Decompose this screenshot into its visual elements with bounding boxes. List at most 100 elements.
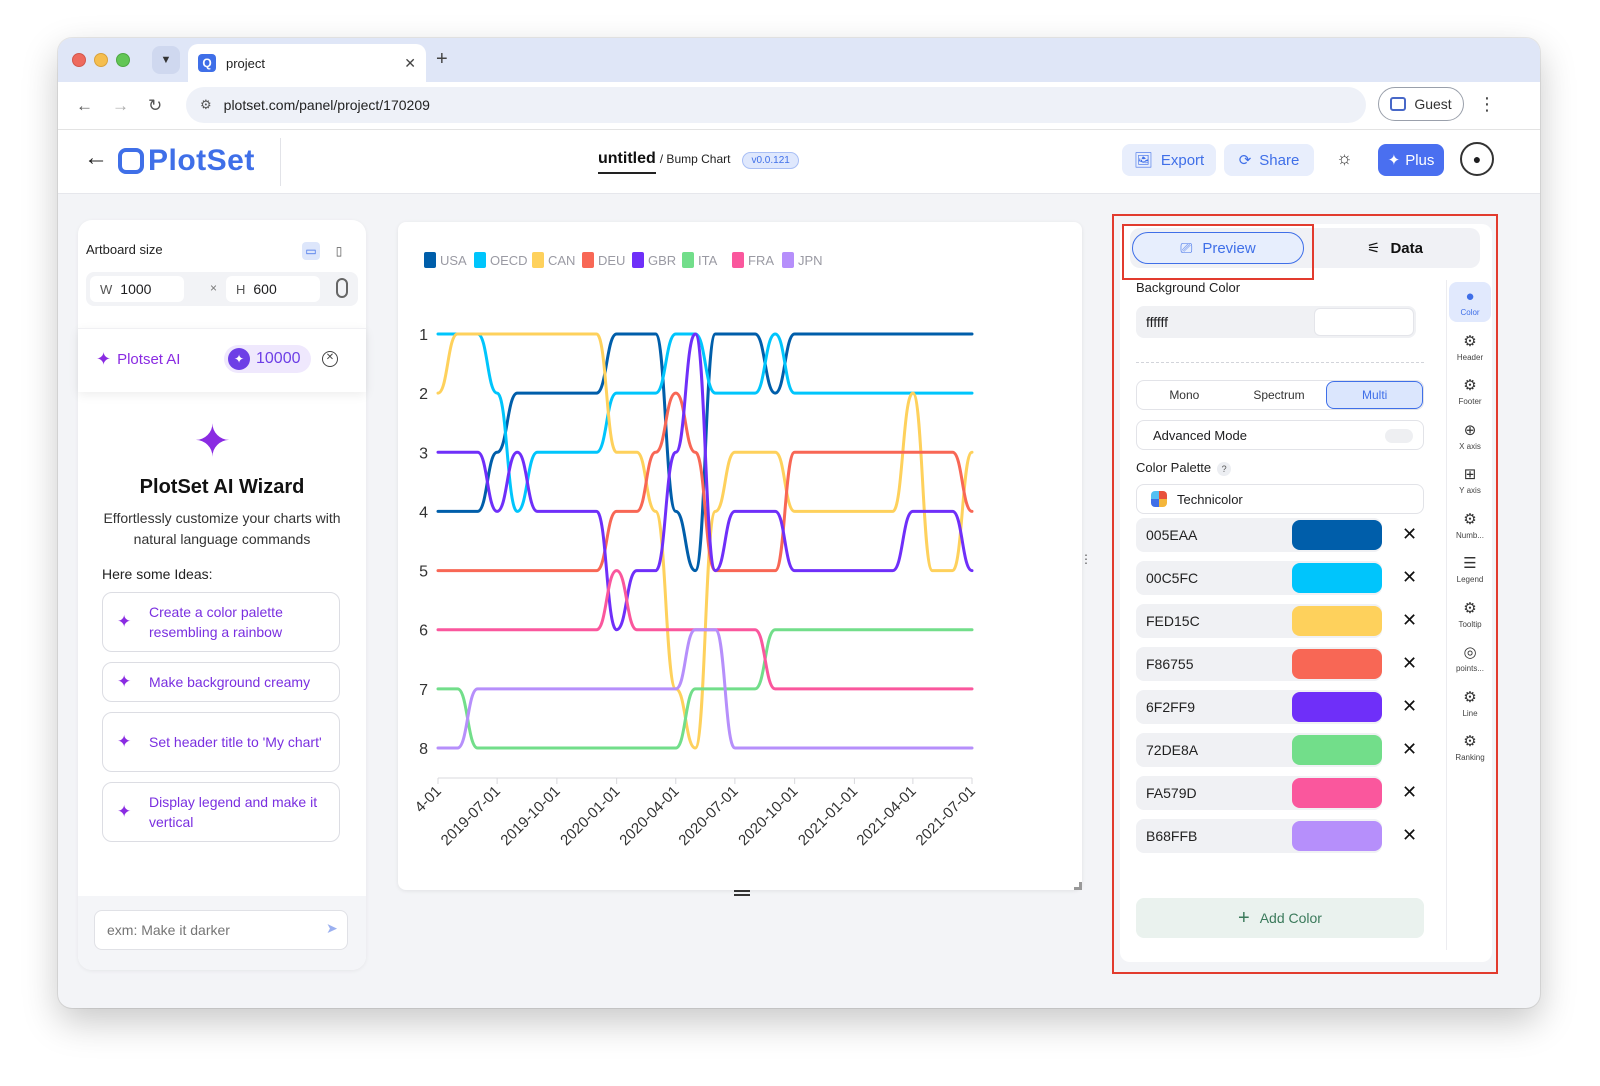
rail-item-line[interactable]: ⚙ Line: [1449, 683, 1491, 723]
desktop-icon[interactable]: ▭: [302, 242, 320, 260]
back-icon[interactable]: ←: [76, 96, 93, 116]
background-color-field[interactable]: ffffff: [1136, 306, 1416, 338]
color-swatch[interactable]: [1292, 735, 1382, 765]
browser-menu-icon[interactable]: ⋮: [1478, 94, 1496, 115]
color-swatch[interactable]: [1292, 778, 1382, 808]
idea-button[interactable]: ✦ Display legend and make it vertical: [102, 782, 340, 842]
delete-color-icon[interactable]: ✕: [1402, 782, 1417, 803]
rail-item-color[interactable]: ● Color: [1449, 282, 1491, 322]
mode-mono[interactable]: Mono: [1137, 381, 1232, 409]
color-swatch[interactable]: [1292, 821, 1382, 851]
browser-tab[interactable]: Q project ✕: [188, 44, 426, 82]
legend-label: USA: [440, 253, 467, 268]
minimize-window-button[interactable]: [94, 53, 108, 67]
rail-item-tooltip[interactable]: ⚙ Tooltip: [1449, 594, 1491, 634]
url-field[interactable]: ⚙ plotset.com/panel/project/170209: [186, 87, 1366, 123]
sparkle-icon: ✦: [1387, 152, 1401, 169]
delete-color-icon[interactable]: ✕: [1402, 524, 1417, 545]
color-swatch[interactable]: [1292, 520, 1382, 550]
rail-item-ranking[interactable]: ⚙ Ranking: [1449, 727, 1491, 767]
tab-data[interactable]: ⚟ Data: [1320, 232, 1470, 264]
user-avatar[interactable]: ●: [1460, 142, 1494, 176]
width-field[interactable]: W 1000: [90, 276, 184, 302]
delete-color-icon[interactable]: ✕: [1402, 610, 1417, 631]
delete-color-icon[interactable]: ✕: [1402, 653, 1417, 674]
height-label: H: [236, 281, 246, 297]
advanced-mode-toggle[interactable]: [1385, 429, 1413, 443]
new-tab-icon[interactable]: +: [436, 48, 448, 71]
color-swatch[interactable]: [1292, 563, 1382, 593]
height-field[interactable]: H 600: [226, 276, 320, 302]
rail-label: Y axis: [1459, 486, 1481, 495]
drag-grip-icon[interactable]: [734, 890, 750, 896]
color-swatch[interactable]: [1292, 692, 1382, 722]
delete-color-icon[interactable]: ✕: [1402, 567, 1417, 588]
rail-item-numb[interactable]: ⚙ Numb...: [1449, 505, 1491, 545]
hierarchy-icon: ⚟: [1367, 240, 1381, 257]
credits-value: 10000: [256, 350, 301, 367]
color-hex-value: FA579D: [1146, 785, 1197, 801]
resize-handle-icon[interactable]: [1074, 882, 1082, 890]
palette-select[interactable]: Technicolor: [1136, 484, 1424, 514]
palette-icon: [1151, 491, 1167, 507]
idea-button[interactable]: ✦ Create a color palette resembling a ra…: [102, 592, 340, 652]
share-label: Share: [1259, 151, 1300, 169]
delete-color-icon[interactable]: ✕: [1402, 696, 1417, 717]
mobile-icon[interactable]: ▯: [330, 242, 348, 260]
grid-icon: ⊕: [1463, 421, 1477, 439]
bump-chart: USA OECD CAN DEU GBR ITA FRA JPN123456784-01201…: [412, 252, 979, 849]
close-tab-icon[interactable]: ✕: [404, 55, 416, 72]
plus-button[interactable]: ✦ Plus: [1378, 144, 1444, 176]
side-grip-icon[interactable]: ⋮: [1080, 552, 1092, 566]
back-arrow-icon[interactable]: ←: [84, 144, 108, 172]
add-color-button[interactable]: + Add Color: [1136, 898, 1424, 938]
plotset-favicon-icon: Q: [198, 54, 216, 72]
legend-swatch: [474, 252, 486, 268]
profile-icon: [1390, 97, 1407, 111]
close-icon[interactable]: ✕: [322, 351, 338, 367]
plotset-logo[interactable]: PlotSet: [118, 144, 255, 178]
delete-color-icon[interactable]: ✕: [1402, 739, 1417, 760]
sun-icon[interactable]: ☼: [1336, 148, 1353, 169]
idea-button[interactable]: ✦ Make background creamy: [102, 662, 340, 702]
reload-icon[interactable]: ↻: [148, 96, 162, 116]
color-hex-value: F86755: [1146, 656, 1194, 672]
mode-spectrum[interactable]: Spectrum: [1232, 381, 1327, 409]
prompt-input[interactable]: [94, 910, 348, 950]
rail-item-x-axis[interactable]: ⊕ X axis: [1449, 416, 1491, 456]
aspect-lock-icon[interactable]: [336, 278, 348, 298]
mode-multi[interactable]: Multi: [1326, 381, 1424, 409]
chart-artboard[interactable]: USA OECD CAN DEU GBR ITA FRA JPN 1 2 3 4 5 6 7 8 4-01 201…: [398, 222, 1082, 890]
x-tick-label: 2019-07-01: [438, 783, 504, 849]
delete-color-icon[interactable]: ✕: [1402, 825, 1417, 846]
rail-item-footer[interactable]: ⚙ Footer: [1449, 371, 1491, 411]
maximize-window-button[interactable]: [116, 53, 130, 67]
doc-name[interactable]: untitled: [598, 150, 656, 174]
export-button[interactable]: 🖼 Export: [1122, 144, 1216, 176]
grid-icon: ⊞: [1463, 466, 1477, 483]
rail-label: Tooltip: [1458, 619, 1482, 629]
idea-text: Set header title to 'My chart': [149, 734, 322, 750]
rail-item-header[interactable]: ⚙ Header: [1449, 327, 1491, 367]
share-button[interactable]: ⟳ Share: [1224, 144, 1314, 176]
rail-item-points[interactable]: ◎ points...: [1449, 638, 1491, 678]
background-color-swatch[interactable]: [1314, 308, 1414, 336]
rail-item-legend[interactable]: ☰ Legend: [1449, 549, 1491, 589]
site-settings-icon[interactable]: ⚙: [200, 97, 212, 113]
close-window-button[interactable]: [72, 53, 86, 67]
rail-label: Header: [1456, 352, 1484, 362]
forward-icon[interactable]: →: [112, 96, 129, 116]
color-swatch[interactable]: [1292, 649, 1382, 679]
tab-list-button[interactable]: ▼: [152, 46, 180, 74]
color-row: 005EAA ✕: [1136, 518, 1424, 552]
color-swatch[interactable]: [1292, 606, 1382, 636]
credits-badge[interactable]: ✦ 10000: [224, 345, 311, 373]
user-icon: ●: [1472, 151, 1482, 167]
guest-profile-button[interactable]: Guest: [1378, 87, 1464, 121]
y-tick-label: 7: [419, 682, 428, 699]
version-badge: v0.0.121: [742, 152, 799, 169]
help-icon[interactable]: ?: [1217, 462, 1232, 476]
idea-button[interactable]: ✦ Set header title to 'My chart': [102, 712, 340, 772]
send-icon[interactable]: ➤: [326, 920, 338, 937]
rail-item-y-axis[interactable]: ⊞ Y axis: [1449, 460, 1491, 500]
